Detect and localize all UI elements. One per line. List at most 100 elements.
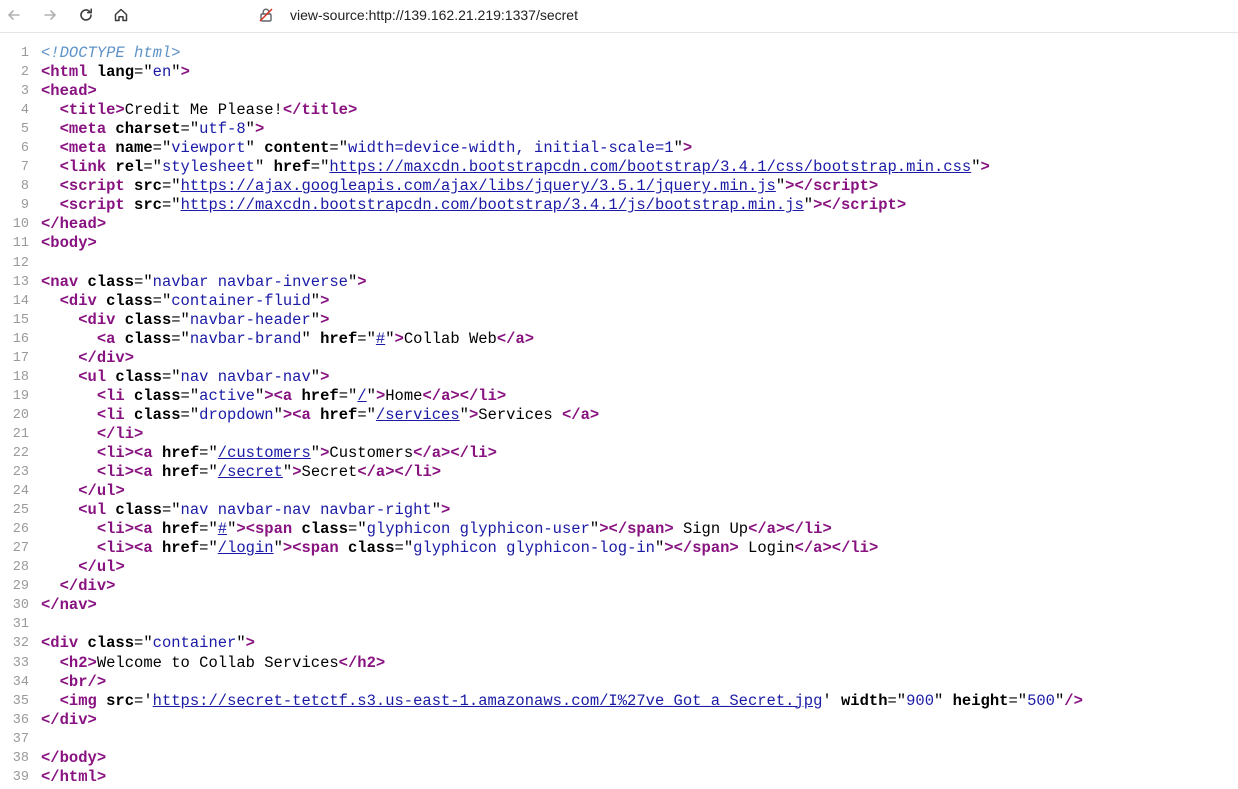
line-number: 4	[20, 103, 29, 119]
html-tag-token: >	[348, 101, 358, 120]
source-link[interactable]: https://secret-tetctf.s3.us-east-1.amazo…	[153, 692, 823, 710]
source-line-code: <li class="active"><a href="/">Home</a><…	[41, 387, 506, 406]
attribute-name-token: rel	[106, 158, 144, 177]
attribute-name-token: href	[152, 443, 200, 462]
html-tag-token: </li	[831, 539, 869, 558]
text-token: ="	[180, 386, 200, 405]
line-number: 14	[12, 293, 29, 309]
attribute-value-token: container	[152, 634, 237, 653]
text-token: Services	[478, 405, 562, 424]
back-button[interactable]	[0, 1, 28, 29]
text-token: "	[366, 386, 376, 405]
source-link[interactable]: https://ajax.googleapis.com/ajax/libs/jq…	[181, 177, 776, 195]
attribute-value-token: 500	[1027, 691, 1055, 710]
source-line: 15 <div class="navbar-header">	[0, 311, 1238, 330]
attribute-name-token: href	[152, 539, 200, 558]
source-link[interactable]: #	[376, 330, 385, 348]
reload-button[interactable]	[72, 1, 100, 29]
source-line-code: <li><a href="/customers">Customers</a></…	[41, 444, 497, 463]
html-tag-token: >	[320, 310, 330, 329]
source-link[interactable]: /login	[218, 539, 274, 557]
attribute-name-token: width	[831, 691, 888, 710]
source-line-code: </ul>	[41, 558, 125, 577]
doctype-token: <!DOCTYPE html>	[41, 44, 181, 62]
source-link[interactable]: /	[357, 387, 366, 405]
line-number: 20	[12, 407, 29, 423]
text-token: ="	[180, 120, 200, 139]
line-number: 19	[12, 388, 29, 404]
html-tag-token: </div	[59, 577, 107, 596]
attribute-name-token: href	[310, 329, 358, 348]
html-tag-token: <ul	[78, 501, 107, 520]
html-tag-token: >	[896, 196, 907, 215]
source-line: 27 <li><a href="/login"><span class="gly…	[0, 539, 1238, 558]
html-tag-token: >	[124, 463, 135, 482]
source-line: 10 </head>	[0, 215, 1238, 234]
attribute-value-token: viewport	[171, 139, 246, 158]
line-number: 27	[12, 541, 29, 557]
html-tag-token: >	[282, 405, 293, 424]
text-token: "	[589, 520, 600, 539]
html-tag-token: >	[264, 386, 274, 405]
source-link[interactable]: https://maxcdn.bootstrapcdn.com/bootstra…	[329, 158, 971, 176]
html-tag-token: />	[1064, 691, 1083, 710]
html-tag-token: >	[320, 367, 330, 386]
html-tag-token: </a	[561, 405, 590, 424]
attribute-name-token: lang	[87, 63, 135, 82]
text-token: "	[254, 158, 265, 177]
source-link[interactable]: /secret	[218, 463, 283, 481]
html-tag-token: >	[115, 558, 125, 577]
source-line-code: <li><a href="/login"><span class="glyphi…	[41, 539, 878, 558]
reload-icon	[80, 8, 92, 21]
text-token: "	[310, 310, 321, 329]
source-line: 16 <a class="navbar-brand" href="#">Coll…	[0, 330, 1238, 349]
text-token: ="	[310, 158, 330, 177]
html-tag-token: >	[115, 101, 125, 120]
attribute-name-token: src	[124, 177, 162, 196]
line-number: 28	[12, 560, 29, 576]
source-link[interactable]: #	[218, 520, 227, 538]
home-button[interactable]	[107, 1, 135, 29]
source-line-code: <li><a href="/secret">Secret</a></li>	[41, 463, 441, 482]
html-tag-token: </a	[413, 443, 442, 462]
forward-button[interactable]	[36, 1, 64, 29]
source-link[interactable]: /customers	[218, 444, 311, 462]
text-token: "	[385, 329, 395, 348]
html-tag-token: >	[320, 291, 330, 310]
html-tag-token: <li	[96, 539, 125, 558]
address-bar[interactable]: view-source:http://139.162.21.219:1337/s…	[256, 3, 1231, 27]
not-secure-lock-icon[interactable]	[256, 5, 276, 25]
html-tag-token: <div	[78, 310, 116, 329]
text-token: ="	[161, 501, 181, 520]
source-line-code: </div>	[41, 711, 97, 730]
source-line: 9 <script src="https://maxcdn.bootstrapc…	[0, 196, 1238, 215]
html-tag-token: </li	[785, 520, 823, 539]
source-line-code: <ul class="nav navbar-nav navbar-right">	[41, 501, 450, 520]
attribute-name-token: href	[310, 405, 358, 424]
text-token: ="	[199, 443, 218, 462]
line-number: 24	[12, 484, 29, 500]
attribute-value-token: utf-8	[199, 120, 246, 139]
html-tag-token: </head	[41, 215, 97, 234]
source-line-code: <meta name="viewport" content="width=dev…	[41, 139, 693, 158]
attribute-value-token: en	[152, 63, 172, 82]
source-link[interactable]: https://maxcdn.bootstrapcdn.com/bootstra…	[181, 196, 804, 214]
text-token: Customers	[329, 443, 414, 462]
html-tag-token: >	[87, 653, 97, 672]
text-token: ="	[161, 196, 181, 215]
source-line-code: <li><a href="#"><span class="glyphicon g…	[41, 520, 832, 539]
source-line-code: <a class="navbar-brand" href="#">Collab …	[41, 330, 534, 349]
source-link[interactable]: /services	[376, 406, 460, 424]
html-tag-token: <span	[245, 520, 293, 539]
address-url[interactable]: view-source:http://139.162.21.219:1337/s…	[290, 7, 578, 23]
attribute-value-token: dropdown	[199, 405, 274, 424]
attribute-value-token: navbar-header	[189, 310, 311, 329]
attribute-name-token: class	[115, 329, 172, 348]
html-tag-token: </html	[41, 767, 97, 786]
line-number: 9	[20, 198, 29, 214]
